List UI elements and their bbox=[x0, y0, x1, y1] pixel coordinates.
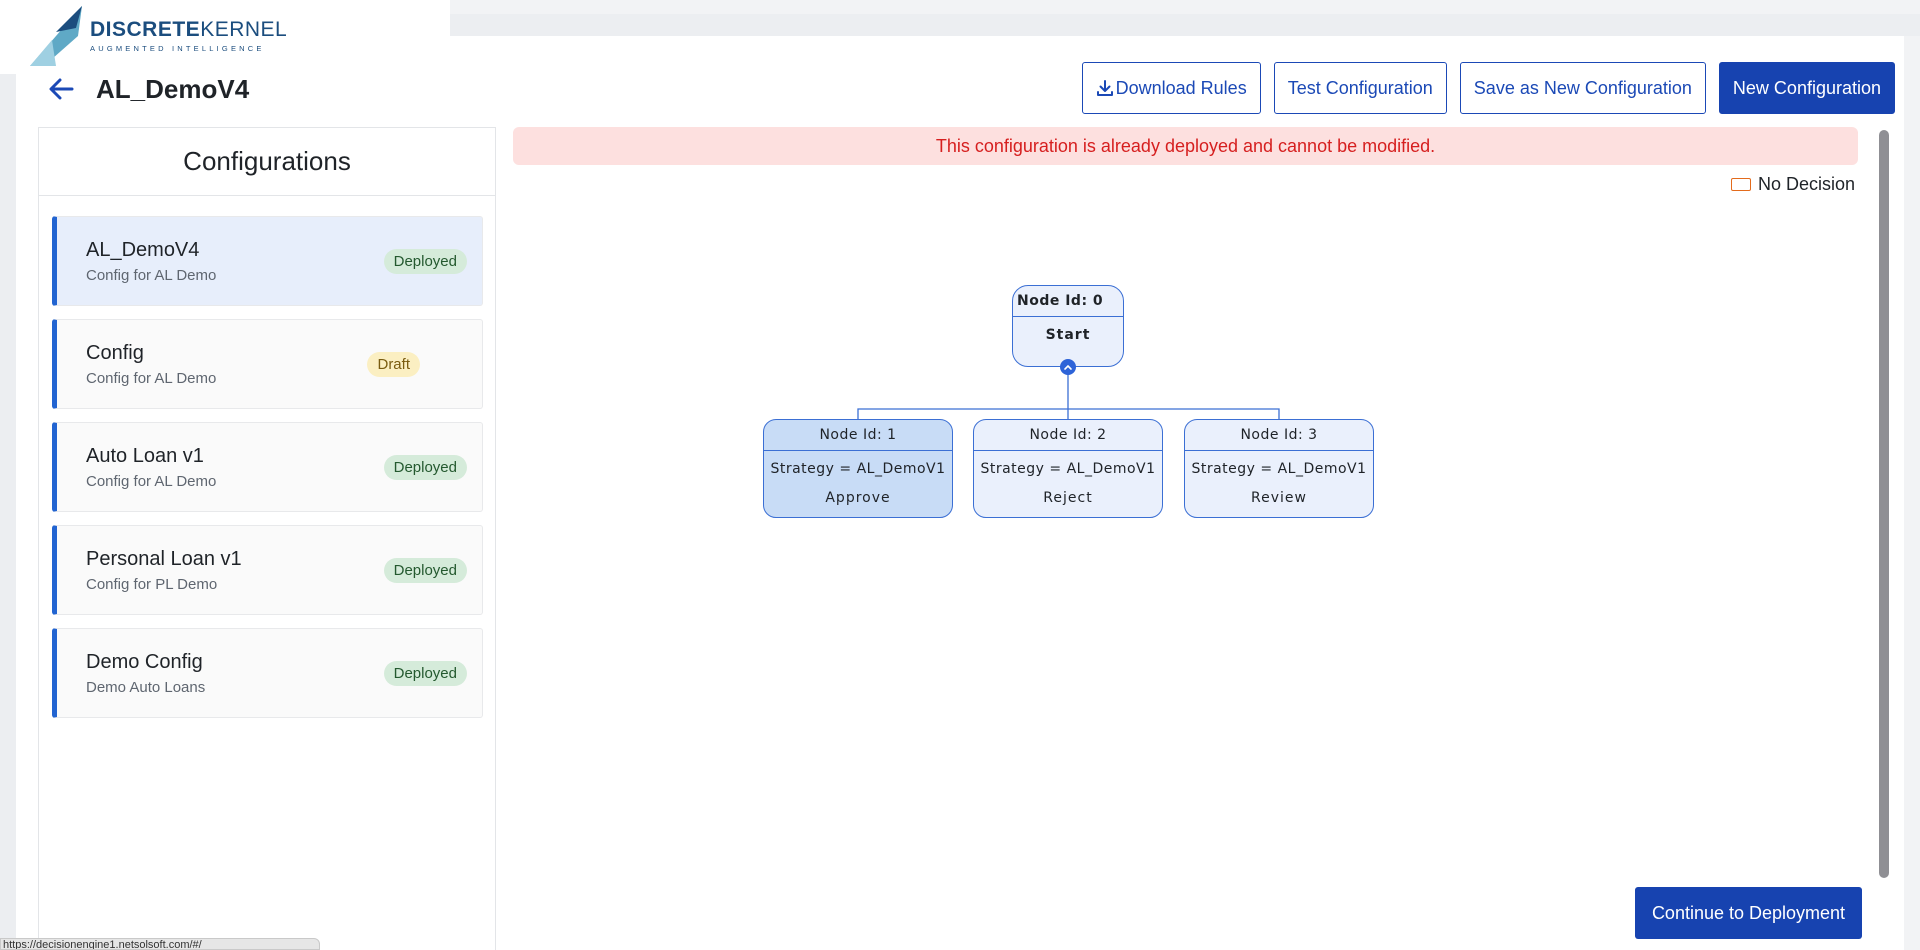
node-strategy: Strategy = AL_DemoV1 bbox=[980, 461, 1156, 477]
node-id-label: Node Id: 3 bbox=[1185, 420, 1373, 451]
tree-node-root[interactable]: Node Id: 0 Start bbox=[1012, 285, 1124, 367]
node-strategy: Strategy = AL_DemoV1 bbox=[770, 461, 946, 477]
node-id-label: Node Id: 0 bbox=[1013, 286, 1123, 317]
tree-node-3[interactable]: Node Id: 3 Strategy = AL_DemoV1 Review bbox=[1184, 419, 1374, 518]
node-decision: Reject bbox=[1043, 490, 1093, 506]
node-strategy: Strategy = AL_DemoV1 bbox=[1191, 461, 1367, 477]
tree-node-2[interactable]: Node Id: 2 Strategy = AL_DemoV1 Reject bbox=[973, 419, 1163, 518]
node-decision: Review bbox=[1251, 490, 1307, 506]
collapse-node-button[interactable] bbox=[1060, 359, 1076, 375]
node-decision: Approve bbox=[825, 490, 891, 506]
continue-to-deployment-button[interactable]: Continue to Deployment bbox=[1635, 887, 1862, 939]
node-label: Start bbox=[1045, 327, 1091, 343]
chevron-up-icon bbox=[1064, 364, 1072, 370]
node-id-label: Node Id: 1 bbox=[764, 420, 952, 451]
status-bar-url: https://decisionengine1.netsolsoft.com/#… bbox=[0, 938, 320, 950]
node-id-label: Node Id: 2 bbox=[974, 420, 1162, 451]
tree-edges bbox=[857, 367, 1280, 420]
tree-node-1[interactable]: Node Id: 1 Strategy = AL_DemoV1 Approve bbox=[763, 419, 953, 518]
